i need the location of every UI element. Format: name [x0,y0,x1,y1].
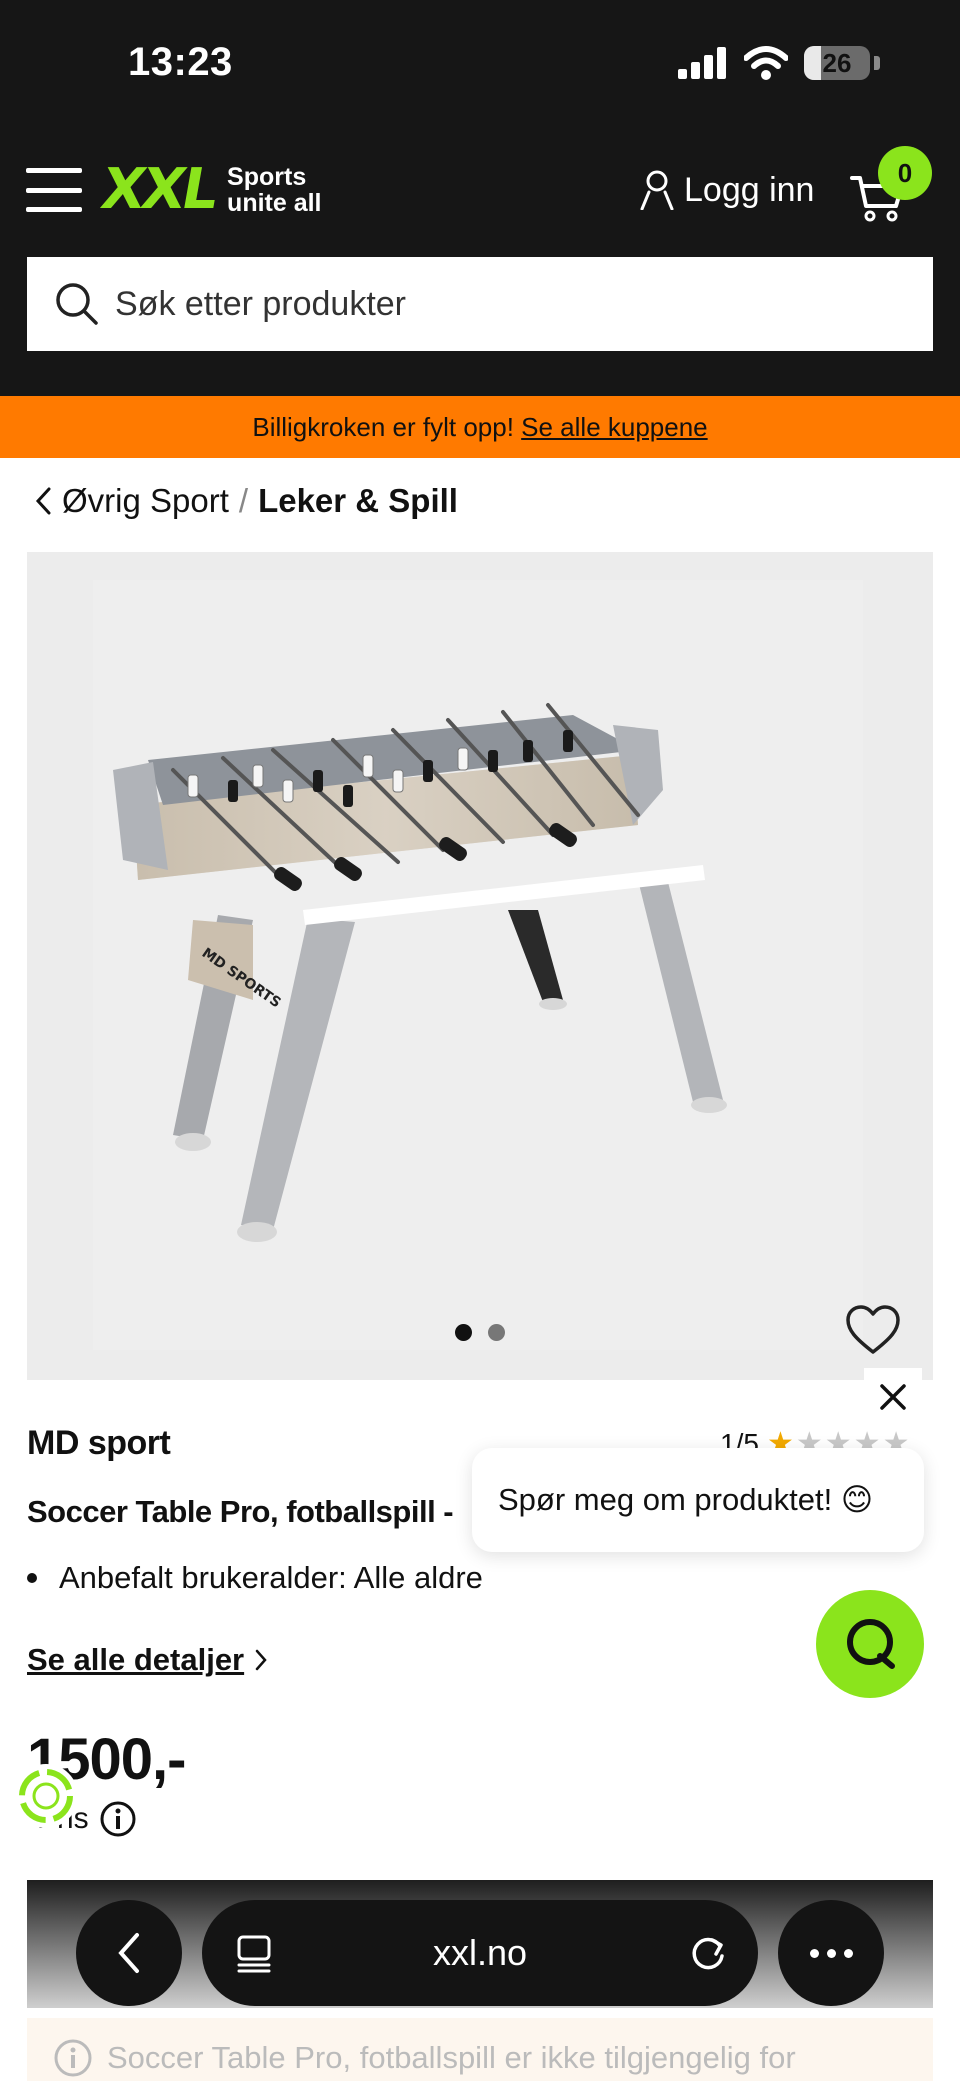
menu-icon [26,168,82,173]
close-icon [880,1384,906,1410]
menu-button[interactable] [26,168,82,212]
product-title: Soccer Table Pro, fotballspill - [27,1494,454,1529]
user-icon [640,170,674,210]
logo-word: XXL [96,157,221,222]
site-header: XXL Sports unite all Logg inn 0 Søk ette… [0,130,960,396]
chat-icon [847,1619,895,1669]
login-button[interactable]: Logg inn [640,170,814,210]
xxl-logo[interactable]: XXL Sports unite all [96,157,322,222]
feature-text: Anbefalt brukeralder: Alle aldre [59,1560,483,1595]
browser-more-button[interactable] [778,1900,884,2006]
login-label: Logg inn [684,170,815,209]
product-feature: Anbefalt brukeralder: Alle aldre [27,1560,483,1596]
search-input[interactable]: Søk etter produkter [27,257,933,351]
chevron-left-icon[interactable] [34,486,52,516]
browser-address-bar[interactable]: xxl.no [202,1900,758,2006]
promo-banner: Billigkroken er fylt opp! Se alle kuppen… [0,396,960,458]
product-image: MD SPORTS [93,580,863,1350]
browser-back-button[interactable] [76,1900,182,2006]
gallery-dot[interactable] [455,1324,472,1341]
logo-tagline: Sports unite all [227,163,322,217]
promo-text: Billigkroken er fylt opp! [252,412,522,442]
status-time: 13:23 [128,40,233,84]
info-icon[interactable] [99,1800,137,1838]
signal-icon [678,47,726,79]
heart-icon[interactable] [845,1304,901,1356]
url-text: xxl.no [432,1932,528,1973]
promo-link[interactable]: Se alle kuppene [521,412,707,442]
see-all-details-link[interactable]: Se alle detaljer [27,1642,268,1678]
breadcrumb-separator: / [238,482,249,519]
recycle-icon [19,1769,73,1823]
notice-text: Soccer Table Pro, fotballspill er ikke t… [107,2040,796,2075]
status-icons: 26 [678,46,880,80]
battery-tip [874,56,880,70]
info-icon [54,2039,92,2077]
breadcrumb-current: Leker & Spill [258,482,458,519]
gallery-dot[interactable] [488,1324,505,1341]
battery-icon: 26 [804,46,870,80]
chevron-right-icon [255,1649,267,1671]
product-brand[interactable]: MD sport [27,1424,171,1463]
chat-prompt-bubble[interactable]: Spør meg om produktet! 😊 [472,1448,924,1552]
chat-close-button[interactable] [864,1368,922,1426]
search-icon [56,283,98,325]
reload-icon[interactable] [688,1932,728,1974]
cart-count-badge[interactable]: 0 [878,146,932,200]
availability-notice: Soccer Table Pro, fotballspill er ikke t… [27,2018,933,2081]
chat-button[interactable] [816,1590,924,1698]
more-icon [809,1948,819,1958]
product-image-gallery[interactable]: MD SPORTS [27,552,933,1380]
gallery-pagination[interactable] [455,1324,505,1341]
eco-badge[interactable] [14,1764,78,1828]
battery-level: 26 [822,48,852,78]
wifi-icon [744,46,788,80]
foosball-table-illustration: MD SPORTS [113,703,727,1242]
breadcrumb-parent[interactable]: Øvrig Sport [62,482,229,520]
search-placeholder: Søk etter produkter [115,284,407,323]
bullet-icon [27,1573,37,1583]
chevron-left-icon [118,1933,139,1973]
breadcrumb: Øvrig Sport / Leker & Spill [34,482,458,520]
status-bar: 13:23 26 [0,0,960,130]
